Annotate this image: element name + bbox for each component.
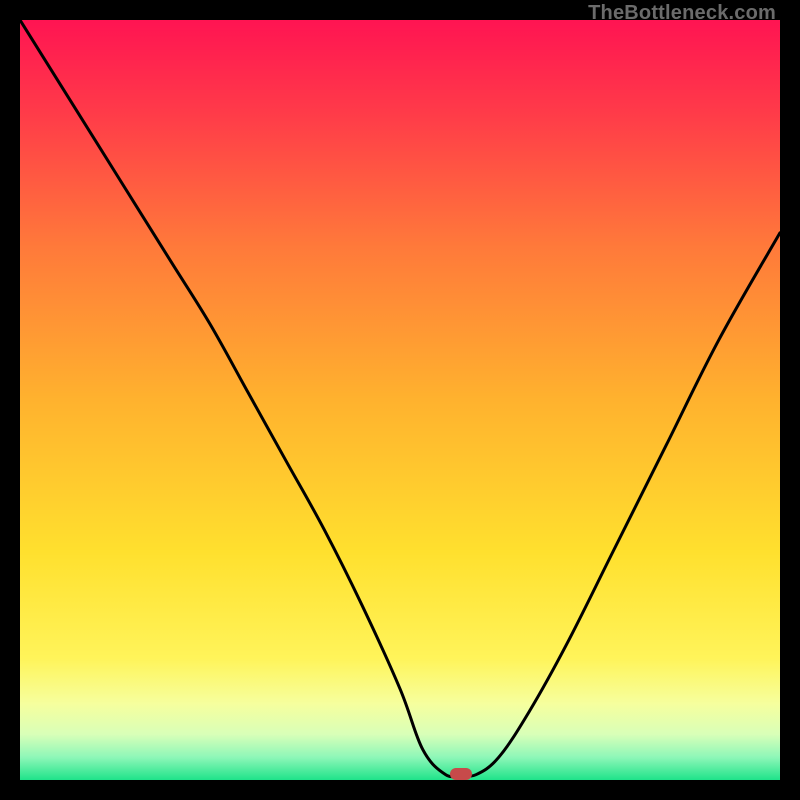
optimal-marker — [450, 768, 472, 780]
plot-area — [20, 20, 780, 780]
bottleneck-curve — [20, 20, 780, 780]
watermark-text: TheBottleneck.com — [588, 2, 776, 25]
chart-frame: TheBottleneck.com — [0, 0, 800, 800]
